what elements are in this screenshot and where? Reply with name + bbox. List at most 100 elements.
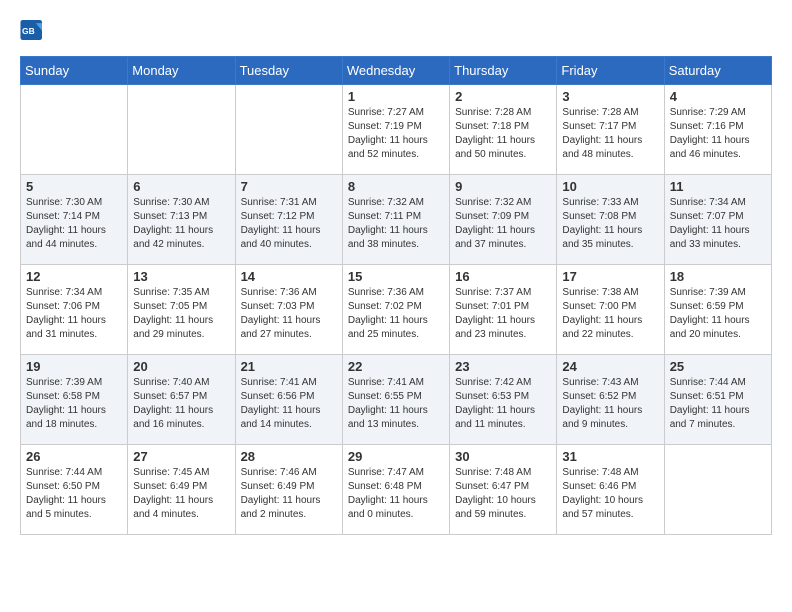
- calendar-cell: 18 Sunrise: 7:39 AM Sunset: 6:59 PM Dayli…: [664, 265, 771, 355]
- day-number: 27: [133, 449, 229, 464]
- calendar-cell: 25 Sunrise: 7:44 AM Sunset: 6:51 PM Dayli…: [664, 355, 771, 445]
- calendar-cell: 29 Sunrise: 7:47 AM Sunset: 6:48 PM Dayli…: [342, 445, 449, 535]
- day-info: Sunrise: 7:41 AM Sunset: 6:56 PM Dayligh…: [241, 376, 337, 432]
- day-info: Sunrise: 7:30 AM Sunset: 7:14 PM Dayligh…: [26, 196, 122, 252]
- day-info: Sunrise: 7:40 AM Sunset: 6:57 PM Dayligh…: [133, 376, 229, 432]
- calendar-cell: 14 Sunrise: 7:36 AM Sunset: 7:03 PM Dayli…: [235, 265, 342, 355]
- calendar-cell: 13Sunrise: 7:35 AM Sunset: 7:05 PM Dayli…: [128, 265, 235, 355]
- day-info: Sunrise: 7:34 AM Sunset: 7:06 PM Dayligh…: [26, 286, 122, 342]
- calendar-cell: 28 Sunrise: 7:46 AM Sunset: 6:49 PM Dayli…: [235, 445, 342, 535]
- day-number: 28: [241, 449, 337, 464]
- day-info: Sunrise: 7:44 AM Sunset: 6:50 PM Dayligh…: [26, 466, 122, 522]
- day-info: Sunrise: 7:39 AM Sunset: 6:59 PM Dayligh…: [670, 286, 766, 342]
- calendar-cell: [664, 445, 771, 535]
- weekday-header: Sunday: [21, 57, 128, 85]
- weekday-header: Tuesday: [235, 57, 342, 85]
- calendar-week-row: 26 Sunrise: 7:44 AM Sunset: 6:50 PM Dayli…: [21, 445, 772, 535]
- day-info: Sunrise: 7:41 AM Sunset: 6:55 PM Dayligh…: [348, 376, 444, 432]
- day-info: Sunrise: 7:45 AM Sunset: 6:49 PM Dayligh…: [133, 466, 229, 522]
- day-number: 23: [455, 359, 551, 374]
- day-info: Sunrise: 7:42 AM Sunset: 6:53 PM Dayligh…: [455, 376, 551, 432]
- day-number: 10: [562, 179, 658, 194]
- day-number: 11: [670, 179, 766, 194]
- calendar-week-row: 19 Sunrise: 7:39 AM Sunset: 6:58 PM Dayli…: [21, 355, 772, 445]
- day-info: Sunrise: 7:34 AM Sunset: 7:07 PM Dayligh…: [670, 196, 766, 252]
- weekday-header: Wednesday: [342, 57, 449, 85]
- day-info: Sunrise: 7:48 AM Sunset: 6:46 PM Dayligh…: [562, 466, 658, 522]
- calendar-cell: 5Sunrise: 7:30 AM Sunset: 7:14 PM Daylig…: [21, 175, 128, 265]
- day-info: Sunrise: 7:28 AM Sunset: 7:18 PM Dayligh…: [455, 106, 551, 162]
- svg-text:GB: GB: [22, 26, 35, 36]
- day-info: Sunrise: 7:44 AM Sunset: 6:51 PM Dayligh…: [670, 376, 766, 432]
- weekday-header: Monday: [128, 57, 235, 85]
- calendar-cell: 2 Sunrise: 7:28 AM Sunset: 7:18 PM Daylig…: [450, 85, 557, 175]
- calendar-cell: [128, 85, 235, 175]
- logo: GB: [20, 20, 48, 40]
- calendar-cell: 26 Sunrise: 7:44 AM Sunset: 6:50 PM Dayli…: [21, 445, 128, 535]
- day-info: Sunrise: 7:32 AM Sunset: 7:09 PM Dayligh…: [455, 196, 551, 252]
- calendar-cell: 6Sunrise: 7:30 AM Sunset: 7:13 PM Daylig…: [128, 175, 235, 265]
- day-info: Sunrise: 7:31 AM Sunset: 7:12 PM Dayligh…: [241, 196, 337, 252]
- calendar-cell: 11 Sunrise: 7:34 AM Sunset: 7:07 PM Dayli…: [664, 175, 771, 265]
- day-number: 16: [455, 269, 551, 284]
- day-info: Sunrise: 7:32 AM Sunset: 7:11 PM Dayligh…: [348, 196, 444, 252]
- calendar-cell: [21, 85, 128, 175]
- day-info: Sunrise: 7:28 AM Sunset: 7:17 PM Dayligh…: [562, 106, 658, 162]
- calendar-cell: 1Sunrise: 7:27 AM Sunset: 7:19 PM Daylig…: [342, 85, 449, 175]
- day-number: 4: [670, 89, 766, 104]
- weekday-header: Saturday: [664, 57, 771, 85]
- calendar-cell: 7 Sunrise: 7:31 AM Sunset: 7:12 PM Daylig…: [235, 175, 342, 265]
- day-number: 25: [670, 359, 766, 374]
- day-info: Sunrise: 7:36 AM Sunset: 7:02 PM Dayligh…: [348, 286, 444, 342]
- day-info: Sunrise: 7:29 AM Sunset: 7:16 PM Dayligh…: [670, 106, 766, 162]
- calendar-week-row: 5Sunrise: 7:30 AM Sunset: 7:14 PM Daylig…: [21, 175, 772, 265]
- day-number: 2: [455, 89, 551, 104]
- calendar-cell: 9 Sunrise: 7:32 AM Sunset: 7:09 PM Daylig…: [450, 175, 557, 265]
- day-info: Sunrise: 7:33 AM Sunset: 7:08 PM Dayligh…: [562, 196, 658, 252]
- day-info: Sunrise: 7:43 AM Sunset: 6:52 PM Dayligh…: [562, 376, 658, 432]
- day-info: Sunrise: 7:27 AM Sunset: 7:19 PM Dayligh…: [348, 106, 444, 162]
- day-info: Sunrise: 7:36 AM Sunset: 7:03 PM Dayligh…: [241, 286, 337, 342]
- day-info: Sunrise: 7:46 AM Sunset: 6:49 PM Dayligh…: [241, 466, 337, 522]
- calendar-cell: 19 Sunrise: 7:39 AM Sunset: 6:58 PM Dayli…: [21, 355, 128, 445]
- calendar-week-row: 1Sunrise: 7:27 AM Sunset: 7:19 PM Daylig…: [21, 85, 772, 175]
- day-number: 12: [26, 269, 122, 284]
- calendar-cell: 3 Sunrise: 7:28 AM Sunset: 7:17 PM Daylig…: [557, 85, 664, 175]
- day-number: 30: [455, 449, 551, 464]
- day-number: 20: [133, 359, 229, 374]
- calendar-cell: 22 Sunrise: 7:41 AM Sunset: 6:55 PM Dayli…: [342, 355, 449, 445]
- calendar-cell: 10 Sunrise: 7:33 AM Sunset: 7:08 PM Dayli…: [557, 175, 664, 265]
- day-number: 13: [133, 269, 229, 284]
- calendar-cell: 17 Sunrise: 7:38 AM Sunset: 7:00 PM Dayli…: [557, 265, 664, 355]
- calendar-cell: 31Sunrise: 7:48 AM Sunset: 6:46 PM Dayli…: [557, 445, 664, 535]
- day-number: 18: [670, 269, 766, 284]
- day-info: Sunrise: 7:38 AM Sunset: 7:00 PM Dayligh…: [562, 286, 658, 342]
- day-number: 19: [26, 359, 122, 374]
- day-number: 22: [348, 359, 444, 374]
- day-info: Sunrise: 7:37 AM Sunset: 7:01 PM Dayligh…: [455, 286, 551, 342]
- calendar-cell: [235, 85, 342, 175]
- calendar-cell: 16 Sunrise: 7:37 AM Sunset: 7:01 PM Dayli…: [450, 265, 557, 355]
- day-number: 3: [562, 89, 658, 104]
- day-info: Sunrise: 7:47 AM Sunset: 6:48 PM Dayligh…: [348, 466, 444, 522]
- calendar-cell: 4 Sunrise: 7:29 AM Sunset: 7:16 PM Daylig…: [664, 85, 771, 175]
- calendar-cell: 8 Sunrise: 7:32 AM Sunset: 7:11 PM Daylig…: [342, 175, 449, 265]
- day-number: 29: [348, 449, 444, 464]
- day-number: 9: [455, 179, 551, 194]
- calendar-cell: 15 Sunrise: 7:36 AM Sunset: 7:02 PM Dayli…: [342, 265, 449, 355]
- day-number: 8: [348, 179, 444, 194]
- day-number: 17: [562, 269, 658, 284]
- day-number: 15: [348, 269, 444, 284]
- logo-icon: GB: [20, 20, 44, 40]
- day-info: Sunrise: 7:39 AM Sunset: 6:58 PM Dayligh…: [26, 376, 122, 432]
- weekday-header: Thursday: [450, 57, 557, 85]
- day-number: 7: [241, 179, 337, 194]
- calendar-week-row: 12 Sunrise: 7:34 AM Sunset: 7:06 PM Dayli…: [21, 265, 772, 355]
- day-number: 24: [562, 359, 658, 374]
- day-info: Sunrise: 7:48 AM Sunset: 6:47 PM Dayligh…: [455, 466, 551, 522]
- day-number: 26: [26, 449, 122, 464]
- day-number: 21: [241, 359, 337, 374]
- calendar-cell: 24 Sunrise: 7:43 AM Sunset: 6:52 PM Dayli…: [557, 355, 664, 445]
- calendar-cell: 27 Sunrise: 7:45 AM Sunset: 6:49 PM Dayli…: [128, 445, 235, 535]
- day-number: 14: [241, 269, 337, 284]
